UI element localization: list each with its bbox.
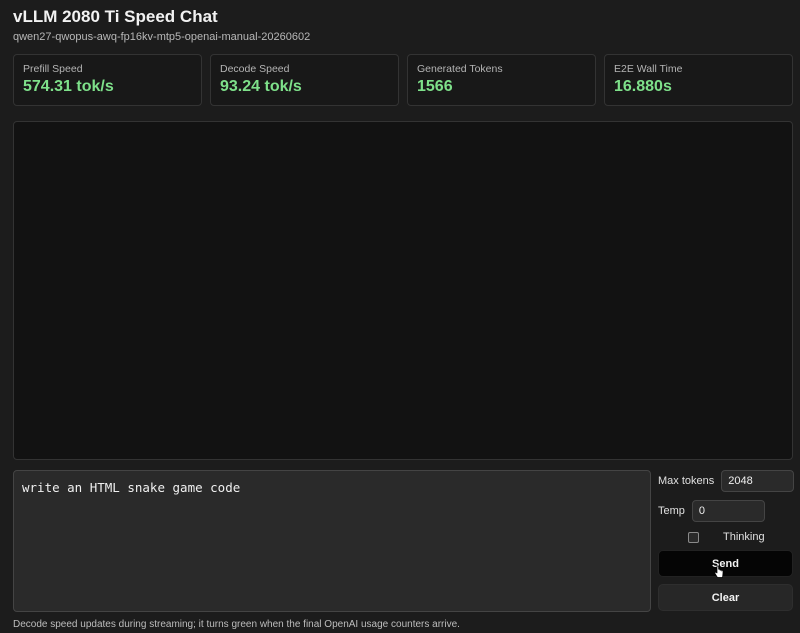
model-name: qwen27-qwopus-awq-fp16kv-mtp5-openai-man…: [13, 31, 311, 43]
stat-value: 574.31 tok/s: [23, 78, 114, 95]
stat-label: Decode Speed: [220, 63, 290, 75]
stat-card-generated-tokens: Generated Tokens 1566: [407, 54, 596, 106]
stat-label: Generated Tokens: [417, 63, 503, 75]
pointer-hand-icon: [714, 565, 724, 578]
stat-card-decode-speed: Decode Speed 93.24 tok/s: [210, 54, 399, 106]
stat-label: E2E Wall Time: [614, 63, 683, 75]
speed-chat-page: vLLM 2080 Ti Speed Chat qwen27-qwopus-aw…: [0, 0, 800, 633]
temp-input[interactable]: [691, 500, 765, 522]
controls-panel: Max tokens Temp Thinking Send Clear: [658, 470, 795, 615]
temp-row: Temp: [658, 500, 765, 522]
footer-note: Decode speed updates during streaming; i…: [13, 619, 460, 630]
stat-label: Prefill Speed: [23, 63, 83, 75]
stat-card-e2e-wall-time: E2E Wall Time 16.880s: [604, 54, 793, 106]
temp-label: Temp: [658, 505, 685, 517]
stat-value: 1566: [417, 78, 453, 95]
thinking-row: Thinking: [688, 531, 765, 543]
stat-value: 93.24 tok/s: [220, 78, 302, 95]
stat-value: 16.880s: [614, 78, 672, 95]
chat-output-area[interactable]: [13, 121, 793, 460]
send-button[interactable]: Send: [658, 550, 793, 577]
prompt-input[interactable]: write an HTML snake game code: [13, 470, 651, 612]
thinking-checkbox[interactable]: [688, 531, 699, 543]
clear-button[interactable]: Clear: [658, 584, 793, 611]
max-tokens-label: Max tokens: [658, 475, 715, 487]
max-tokens-row: Max tokens: [658, 470, 795, 492]
thinking-label: Thinking: [723, 531, 765, 543]
stats-bar: Prefill Speed 574.31 tok/s Decode Speed …: [13, 54, 793, 106]
stat-card-prefill-speed: Prefill Speed 574.31 tok/s: [13, 54, 202, 106]
page-title: vLLM 2080 Ti Speed Chat: [13, 7, 218, 26]
max-tokens-input[interactable]: [721, 470, 795, 492]
